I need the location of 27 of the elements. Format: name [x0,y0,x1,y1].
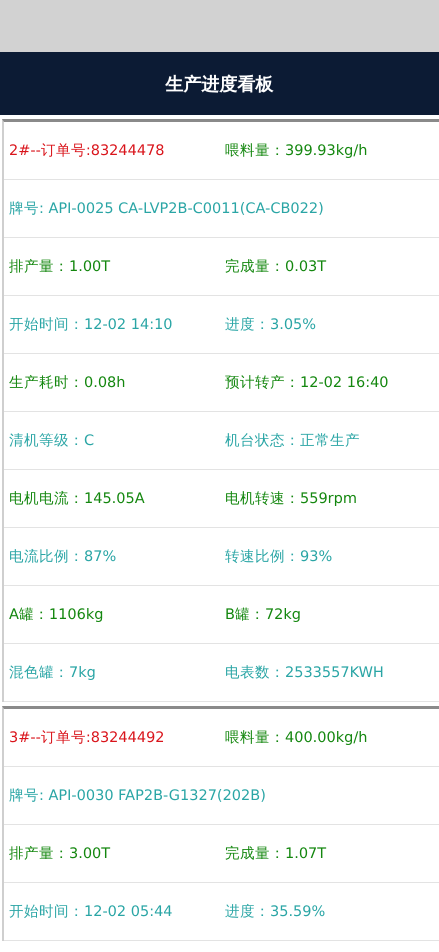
field-text: 机台状态：正常生产 [224,432,361,450]
field-text: B罐：72kg [224,606,302,624]
field-text: 牌号: API-0030 FAP2B-G1327(202B) [8,787,266,805]
field-text: 电机电流：145.05A [8,490,146,508]
field-text: 完成量：1.07T [224,844,328,863]
field-text: 混色罐：7kg [8,664,97,682]
field-text: 开始时间：12-02 14:10 [8,316,174,334]
field-text: 预计转产：12-02 16:40 [224,374,390,392]
field-text: A罐：1106kg [8,606,104,624]
field-text: 喂料量：400.00kg/h [224,729,368,747]
field-text: 生产耗时：0.08h [8,374,126,392]
field-text: 转速比例：93% [224,548,334,566]
field-text: 电表数：2533557KWH [224,664,385,682]
field-text: 完成量：0.03T [224,258,328,276]
field-text: 电流比例：87% [8,548,118,566]
field-text: 排产量：3.00T [8,845,112,863]
page-title: 生产进度看板 [166,72,274,96]
field-text: 喂料量：399.93kg/h [224,142,368,160]
field-text: 排产量：1.00T [8,258,112,276]
field-text: 清机等级：C [8,432,96,450]
field-text: 进度：35.59% [224,902,326,921]
field-text: 牌号: API-0025 CA-LVP2B-C0011(CA-CB022) [8,200,324,218]
field-text: 3#--订单号:83244492 [8,729,166,747]
field-text: 开始时间：12-02 05:44 [8,903,174,921]
field-text: 电机转速：559rpm [224,490,358,508]
field-text: 2#--订单号:83244478 [8,142,166,160]
field-text: 进度：3.05% [224,316,318,334]
